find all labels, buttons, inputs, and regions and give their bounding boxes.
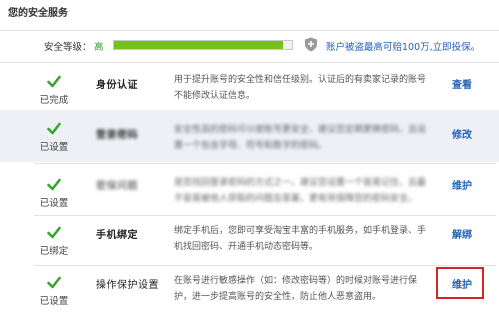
divider [0,30,499,31]
shield-icon [305,37,317,52]
service-description: 安全性高的密码可以使账号更安全，建议您定期更换密码，且设置一个包含字母、符号和数… [174,125,427,151]
check-icon [47,276,61,289]
page-title: 您的安全服务 [8,8,68,19]
maintain-button[interactable]: 维护 [452,276,472,291]
service-name: 登录密码 [96,130,138,141]
service-name: 密保问题 [96,181,138,192]
security-level-value: 高 [94,42,104,53]
status-badge: 已设置 [34,178,74,209]
security-progress-fill [114,41,284,49]
check-icon [47,75,61,88]
service-row-phone-binding: 已绑定 手机绑定 绑定手机后，您即可享受淘宝丰富的手机服务，如手机登录、手机找回… [0,216,499,264]
service-row-security-question: 已设置 密保问题 是您找回登录密码的方式之一。建议您设置一个容易记住，且最不容易… [0,164,499,214]
service-description: 用于提升账号的安全性和信任级别。认证后的有卖家记录的账号不能修改认证信息。 [174,75,427,101]
service-name: 手机绑定 [96,230,138,241]
status-badge: 已绑定 [34,226,74,257]
status-label: 已完成 [39,95,69,106]
service-row-identity: 已完成 身份认证 用于提升账号的安全性和信任级别。认证后的有卖家记录的账号不能修… [0,63,499,109]
status-label: 已设置 [39,198,69,209]
status-label: 已设置 [39,142,69,153]
status-badge: 已设置 [34,276,74,307]
check-icon [47,226,61,239]
status-label: 已绑定 [39,246,69,257]
status-label: 已设置 [39,296,69,307]
security-level-row: 安全等级： 高 账户被盗最高可赔100万,立即投保。 [0,33,499,57]
maintain-button[interactable]: 维护 [452,177,472,192]
view-button[interactable]: 查看 [452,76,472,91]
service-row-operation-protection: 已设置 操作保护设置 在账号进行敏感操作（如：修改密码等）的时候对账号进行保护，… [0,266,499,331]
service-description: 绑定手机后，您即可享受淘宝丰富的手机服务，如手机登录、手机找回密码、开通手机动态… [174,226,427,252]
check-icon [47,122,61,135]
check-icon [47,178,61,191]
insurance-promo-link[interactable]: 账户被盗最高可赔100万,立即投保。 [326,39,480,53]
security-level-label: 安全等级： [44,42,92,53]
service-name: 身份认证 [96,80,138,91]
service-name: 操作保护设置 [96,280,159,291]
service-description: 是您找回登录密码的方式之一。建议您设置一个容易记住，且最不容易被他人获取的问题及… [174,178,427,204]
unbind-button[interactable]: 解绑 [452,226,472,241]
modify-button[interactable]: 修改 [452,126,472,141]
security-progress-bar [113,40,293,50]
status-badge: 已设置 [34,122,74,153]
service-row-login-password: 已设置 登录密码 安全性高的密码可以使账号更安全，建议您定期更换密码，且设置一个… [0,110,499,162]
status-badge: 已完成 [34,75,74,106]
service-description: 在账号进行敏感操作（如：修改密码等）的时候对账号进行保护，进一步提高账号的安全性… [174,276,418,302]
